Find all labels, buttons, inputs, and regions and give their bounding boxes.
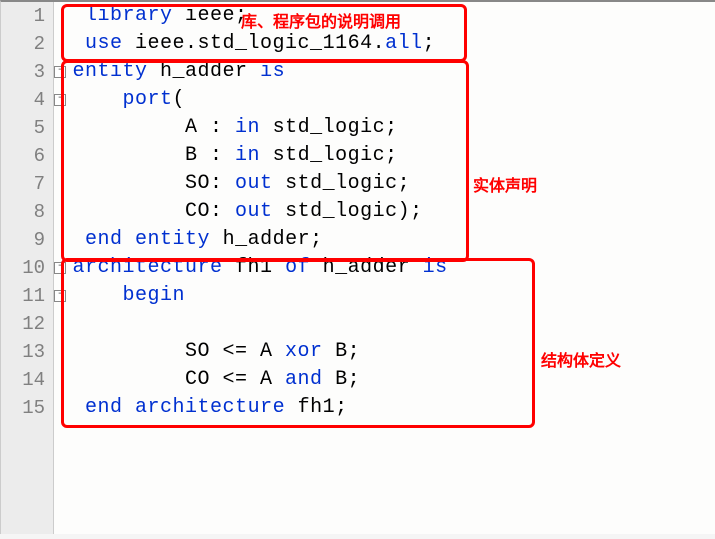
code-line: 7 SO: out std_logic; <box>1 170 715 198</box>
code-line: 3 entity h_adder is <box>1 58 715 86</box>
code-content[interactable]: end architecture fh1; <box>54 394 348 422</box>
code-content[interactable]: A : in std_logic; <box>54 114 398 142</box>
code-content[interactable]: CO <= A and B; <box>54 366 360 394</box>
line-number: 1 <box>1 2 54 30</box>
fold-marker[interactable]: - <box>54 290 66 302</box>
fold-marker[interactable]: - <box>54 94 66 106</box>
code-content[interactable]: library ieee; <box>54 2 248 30</box>
line-number: 4 <box>1 86 54 114</box>
code-content[interactable]: use ieee.std_logic_1164.all; <box>54 30 435 58</box>
annotation-label: 实体声明 <box>473 172 537 196</box>
code-line: 10 architecture fh1 of h_adder is <box>1 254 715 282</box>
code-content[interactable] <box>54 310 85 338</box>
code-line: 4 port( <box>1 86 715 114</box>
line-number: 7 <box>1 170 54 198</box>
line-number: 13 <box>1 338 54 366</box>
line-number: 6 <box>1 142 54 170</box>
annotation-label: 结构体定义 <box>541 347 621 371</box>
code-editor: 1 library ieee;2 use ieee.std_logic_1164… <box>0 0 715 534</box>
code-line: 12 <box>1 310 715 338</box>
line-number: 9 <box>1 226 54 254</box>
line-number: 5 <box>1 114 54 142</box>
code-line: 15 end architecture fh1; <box>1 394 715 422</box>
line-number: 14 <box>1 366 54 394</box>
line-number: 12 <box>1 310 54 338</box>
line-number: 11 <box>1 282 54 310</box>
code-content[interactable]: B : in std_logic; <box>54 142 398 170</box>
code-content[interactable]: begin <box>54 282 185 310</box>
fold-marker[interactable]: - <box>54 262 66 274</box>
code-content[interactable]: SO: out std_logic; <box>54 170 410 198</box>
code-line: 6 B : in std_logic; <box>1 142 715 170</box>
line-number: 15 <box>1 394 54 422</box>
line-number: 2 <box>1 30 54 58</box>
code-line: 11 begin <box>1 282 715 310</box>
code-line: 2 use ieee.std_logic_1164.all; <box>1 30 715 58</box>
line-number: 8 <box>1 198 54 226</box>
code-line: 5 A : in std_logic; <box>1 114 715 142</box>
code-content[interactable]: architecture fh1 of h_adder is <box>54 254 448 282</box>
code-line: 9 end entity h_adder; <box>1 226 715 254</box>
annotation-label: 库、程序包的说明调用 <box>241 8 401 32</box>
code-line: 8 CO: out std_logic); <box>1 198 715 226</box>
code-content[interactable]: SO <= A xor B; <box>54 338 360 366</box>
code-content[interactable]: entity h_adder is <box>54 58 285 86</box>
line-number: 3 <box>1 58 54 86</box>
code-content[interactable]: CO: out std_logic); <box>54 198 423 226</box>
line-number: 10 <box>1 254 54 282</box>
code-content[interactable]: port( <box>54 86 185 114</box>
fold-marker[interactable]: - <box>54 66 66 78</box>
code-content[interactable]: end entity h_adder; <box>54 226 323 254</box>
